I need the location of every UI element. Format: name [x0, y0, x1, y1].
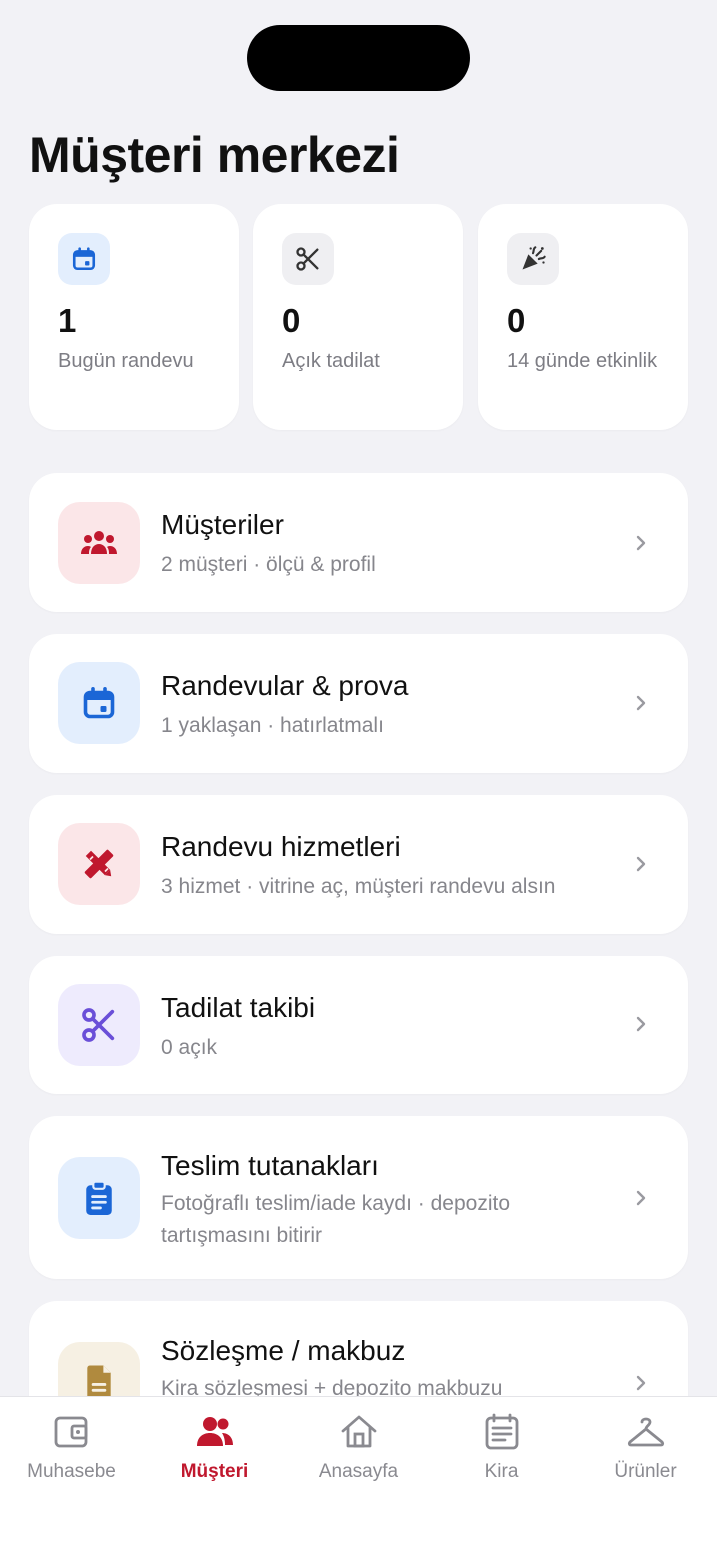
stat-label: Açık tadilat — [282, 350, 380, 372]
bottom-tab-bar: Muhasebe Müşteri Anasayfa Kira Ürünler — [0, 1396, 717, 1561]
tab-anasayfa[interactable]: Anasayfa — [287, 1397, 430, 1497]
menu-item-subtitle: 2 müşteri · ölçü & profil — [161, 553, 376, 576]
scissors-icon — [282, 233, 334, 285]
tab-label: Ürünler — [614, 1461, 677, 1482]
menu-item-subtitle: 0 açık — [161, 1036, 218, 1059]
menu-item-title: Randevular & prova — [161, 670, 409, 701]
stat-card-events-14-days[interactable]: 0 14 günde etkinlik — [478, 204, 688, 430]
menu-item-title: Randevu hizmetleri — [161, 831, 401, 862]
menu-item-subtitle: Fotoğraflı teslim/iade kaydı · depozito … — [161, 1192, 511, 1247]
stat-value: 0 — [282, 302, 301, 339]
wallet-icon — [54, 1416, 87, 1448]
tab-label: Müşteri — [180, 1461, 249, 1482]
chevron-right-icon — [636, 535, 646, 551]
chevron-right-icon — [636, 1016, 646, 1032]
stat-value: 1 — [58, 302, 77, 339]
menu-item-alteration-tracking[interactable]: Tadilat takibi 0 açık — [29, 956, 688, 1094]
stats-row: 1 Bugün randevu 0 Açık tadilat 0 14 günd… — [29, 204, 688, 430]
menu-item-title: Tadilat takibi — [161, 992, 316, 1023]
users-icon — [58, 502, 140, 584]
menu-item-appointment-services[interactable]: Randevu hizmetleri 3 hizmet · vitrine aç… — [29, 795, 688, 934]
chevron-right-icon — [636, 1375, 646, 1391]
stat-value: 0 — [507, 302, 526, 339]
calendar-icon — [58, 233, 110, 285]
device-notch — [247, 25, 470, 91]
chevron-right-icon — [636, 1190, 646, 1206]
list-document-icon — [485, 1413, 518, 1450]
party-popper-icon — [507, 233, 559, 285]
clipboard-icon — [58, 1157, 140, 1239]
stat-label: Bugün randevu — [58, 350, 194, 372]
menu-item-customers[interactable]: Müşteriler 2 müşteri · ölçü & profil — [29, 473, 688, 612]
users-icon — [196, 1417, 233, 1446]
scissors-icon — [58, 984, 140, 1066]
tab-musteri[interactable]: Müşteri — [143, 1397, 286, 1497]
menu-item-appointments[interactable]: Randevular & prova 1 yaklaşan · hatırlat… — [29, 634, 688, 773]
stat-card-appointments-today[interactable]: 1 Bugün randevu — [29, 204, 239, 430]
menu-item-title: Müşteriler — [161, 509, 284, 540]
chevron-right-icon — [636, 695, 646, 711]
tab-label: Kira — [484, 1461, 519, 1482]
tab-label: Muhasebe — [27, 1461, 116, 1482]
menu-item-subtitle: 1 yaklaşan · hatırlatmalı — [161, 714, 384, 737]
tab-urunler[interactable]: Ürünler — [574, 1397, 717, 1497]
menu-item-delivery-records[interactable]: Teslim tutanakları Fotoğraflı teslim/iad… — [29, 1116, 688, 1279]
calendar-icon — [58, 662, 140, 744]
hanger-icon — [627, 1417, 664, 1447]
stat-label: 14 günde etkinlik — [507, 350, 658, 372]
stat-card-open-alterations[interactable]: 0 Açık tadilat — [253, 204, 463, 430]
tab-kira[interactable]: Kira — [430, 1397, 573, 1497]
page-title: Müşteri merkezi — [29, 127, 400, 183]
menu-item-subtitle: 3 hizmet · vitrine aç, müşteri randevu a… — [161, 875, 556, 898]
chevron-right-icon — [636, 856, 646, 872]
menu-item-title: Sözleşme / makbuz — [161, 1335, 406, 1366]
menu-item-title: Teslim tutanakları — [161, 1150, 379, 1181]
home-icon — [341, 1415, 376, 1448]
tab-muhasebe[interactable]: Muhasebe — [0, 1397, 143, 1497]
design-tools-icon — [58, 823, 140, 905]
tab-label: Anasayfa — [318, 1461, 399, 1482]
